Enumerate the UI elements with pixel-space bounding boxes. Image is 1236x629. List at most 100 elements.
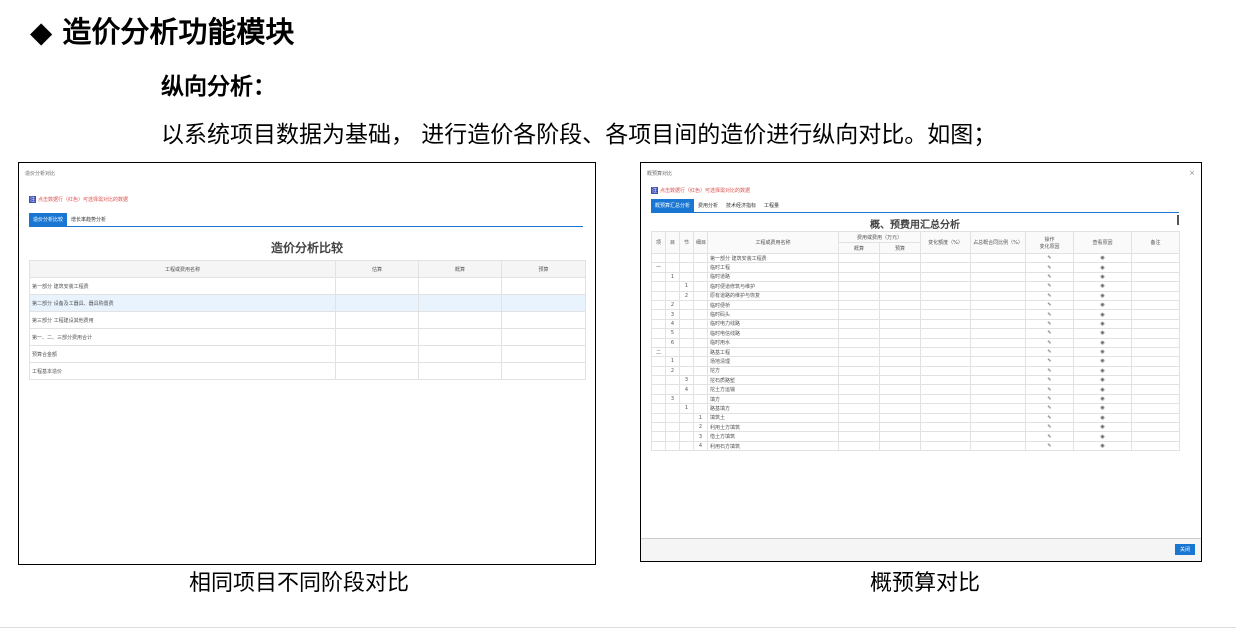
cell bbox=[1131, 328, 1181, 339]
cell bbox=[693, 337, 708, 348]
view-icon[interactable]: ◉ bbox=[1073, 365, 1133, 377]
table-row[interactable]: 1 临时便道修筑与维护 ✎ ◉ bbox=[651, 281, 1181, 292]
table-row[interactable]: 4 利用石方填筑 ✎ ◉ bbox=[651, 440, 1181, 452]
table-row[interactable]: 3 临时码头 ✎ ◉ bbox=[651, 309, 1181, 320]
close-icon[interactable]: × bbox=[1189, 169, 1195, 177]
view-icon[interactable]: ◉ bbox=[1073, 393, 1133, 405]
cell bbox=[418, 345, 502, 363]
cell: 2 bbox=[665, 365, 680, 377]
view-icon[interactable]: ◉ bbox=[1073, 318, 1133, 330]
cell bbox=[651, 356, 666, 367]
edit-icon[interactable]: ✎ bbox=[1025, 422, 1075, 433]
cell bbox=[970, 431, 1027, 442]
table-row[interactable]: 2 挖方 ✎ ◉ bbox=[651, 365, 1181, 377]
view-icon[interactable]: ◉ bbox=[1073, 384, 1133, 395]
view-icon[interactable]: ◉ bbox=[1073, 271, 1133, 283]
table-row[interactable]: 6 临时用水 ✎ ◉ bbox=[651, 337, 1181, 348]
table-row[interactable]: 二 路基工程 ✎ ◉ bbox=[651, 346, 1181, 358]
tab-quantities[interactable]: 工程量 bbox=[760, 199, 783, 212]
edit-icon[interactable]: ✎ bbox=[1025, 412, 1075, 424]
view-icon[interactable]: ◉ bbox=[1073, 252, 1133, 264]
cell bbox=[1131, 290, 1181, 301]
view-icon[interactable]: ◉ bbox=[1073, 309, 1133, 320]
table-row[interactable]: 2 原有道路的维护与恢复 ✎ ◉ bbox=[651, 290, 1181, 301]
view-icon[interactable]: ◉ bbox=[1073, 328, 1133, 339]
edit-icon[interactable]: ✎ bbox=[1025, 403, 1075, 414]
cell: 二 bbox=[651, 346, 666, 358]
view-icon[interactable]: ◉ bbox=[1073, 412, 1133, 424]
view-icon[interactable]: ◉ bbox=[1073, 422, 1133, 433]
edit-icon[interactable]: ✎ bbox=[1025, 393, 1075, 405]
table-row[interactable]: 4 挖土方运输 ✎ ◉ bbox=[651, 384, 1181, 395]
cell bbox=[878, 393, 922, 405]
cell bbox=[651, 309, 666, 320]
table-row[interactable]: 预算合金额 bbox=[29, 345, 586, 363]
table-row[interactable]: 4 临时电力线路 ✎ ◉ bbox=[651, 318, 1181, 330]
edit-icon[interactable]: ✎ bbox=[1025, 337, 1075, 348]
edit-icon[interactable]: ✎ bbox=[1025, 375, 1075, 386]
table-row[interactable]: 第一部分 建筑安装工程费 ✎ ◉ bbox=[651, 252, 1181, 264]
cell bbox=[838, 252, 880, 264]
edit-icon[interactable]: ✎ bbox=[1025, 271, 1075, 283]
table-row[interactable]: 2 临时便桥 ✎ ◉ bbox=[651, 299, 1181, 311]
view-icon[interactable]: ◉ bbox=[1073, 290, 1133, 301]
view-icon[interactable]: ◉ bbox=[1073, 262, 1133, 273]
cell bbox=[693, 299, 708, 311]
tab-indicators[interactable]: 技术经济指标 bbox=[722, 199, 760, 212]
tab-cost-analysis[interactable]: 费用分析 bbox=[694, 199, 722, 212]
table-row[interactable]: 3 填方 ✎ ◉ bbox=[651, 393, 1181, 405]
table-row[interactable]: 1 路基填方 ✎ ◉ bbox=[651, 403, 1181, 414]
view-icon[interactable]: ◉ bbox=[1073, 281, 1133, 292]
tab-cost-compare[interactable]: 造价分析比较 bbox=[29, 213, 68, 226]
table-row[interactable]: 1 临时道路 ✎ ◉ bbox=[651, 271, 1181, 283]
view-icon[interactable]: ◉ bbox=[1073, 440, 1133, 452]
cell bbox=[1131, 262, 1181, 273]
cell bbox=[878, 365, 922, 377]
row-name: 场地清理 bbox=[707, 356, 839, 367]
view-icon[interactable]: ◉ bbox=[1073, 346, 1133, 358]
table-row[interactable]: 1 填筑土 ✎ ◉ bbox=[651, 412, 1181, 424]
edit-icon[interactable]: ✎ bbox=[1025, 318, 1075, 330]
view-icon[interactable]: ◉ bbox=[1073, 299, 1133, 311]
table-row[interactable]: 2 利用土方填筑 ✎ ◉ bbox=[651, 422, 1181, 433]
edit-icon[interactable]: ✎ bbox=[1025, 431, 1075, 442]
edit-icon[interactable]: ✎ bbox=[1025, 328, 1075, 339]
table-row[interactable]: 1 场地清理 ✎ ◉ bbox=[651, 356, 1181, 367]
edit-icon[interactable]: ✎ bbox=[1025, 440, 1075, 452]
view-icon[interactable]: ◉ bbox=[1073, 356, 1133, 367]
edit-icon[interactable]: ✎ bbox=[1025, 252, 1075, 264]
table-row[interactable]: 工程基本造价 bbox=[29, 362, 586, 380]
section-title: ◆ 造价分析功能模块 bbox=[30, 12, 294, 52]
view-icon[interactable]: ◉ bbox=[1073, 403, 1133, 414]
tab-bar: 概预算汇总分析 费用分析 技术经济指标 工程量 bbox=[651, 199, 1179, 213]
edit-icon[interactable]: ✎ bbox=[1025, 290, 1075, 301]
cell bbox=[501, 294, 586, 312]
view-icon[interactable]: ◉ bbox=[1073, 337, 1133, 348]
cell: 3 bbox=[665, 393, 680, 405]
table-row[interactable]: 一 临时工程 ✎ ◉ bbox=[651, 262, 1181, 273]
view-icon[interactable]: ◉ bbox=[1073, 431, 1133, 442]
edit-icon[interactable]: ✎ bbox=[1025, 262, 1075, 273]
table-row[interactable]: 第一部分 建筑安装工程费 bbox=[29, 277, 586, 295]
view-icon[interactable]: ◉ bbox=[1073, 375, 1133, 386]
cell bbox=[970, 365, 1027, 377]
edit-icon[interactable]: ✎ bbox=[1025, 365, 1075, 377]
close-button[interactable]: 关闭 bbox=[1174, 544, 1195, 555]
table-row[interactable]: 第一、二、三部分费用合计 bbox=[29, 328, 586, 346]
edit-icon[interactable]: ✎ bbox=[1025, 356, 1075, 367]
tab-growth-trend[interactable]: 增长率趋势分析 bbox=[67, 213, 110, 226]
cell bbox=[920, 328, 972, 339]
table-row[interactable]: 第三部分 工程建设其他费用 bbox=[29, 311, 586, 329]
cell bbox=[920, 365, 972, 377]
edit-icon[interactable]: ✎ bbox=[1025, 281, 1075, 292]
cell bbox=[679, 262, 694, 273]
table-row[interactable]: 5 临时电信线路 ✎ ◉ bbox=[651, 328, 1181, 339]
edit-icon[interactable]: ✎ bbox=[1025, 384, 1075, 395]
edit-icon[interactable]: ✎ bbox=[1025, 309, 1075, 320]
table-row[interactable]: 3 挖石质路堑 ✎ ◉ bbox=[651, 375, 1181, 386]
table-row[interactable]: 3 借土方填筑 ✎ ◉ bbox=[651, 431, 1181, 442]
table-row[interactable]: 第二部分 设备及工器具、器具购置费 bbox=[29, 294, 586, 312]
edit-icon[interactable]: ✎ bbox=[1025, 346, 1075, 358]
edit-icon[interactable]: ✎ bbox=[1025, 299, 1075, 311]
tab-summary[interactable]: 概预算汇总分析 bbox=[651, 199, 695, 212]
